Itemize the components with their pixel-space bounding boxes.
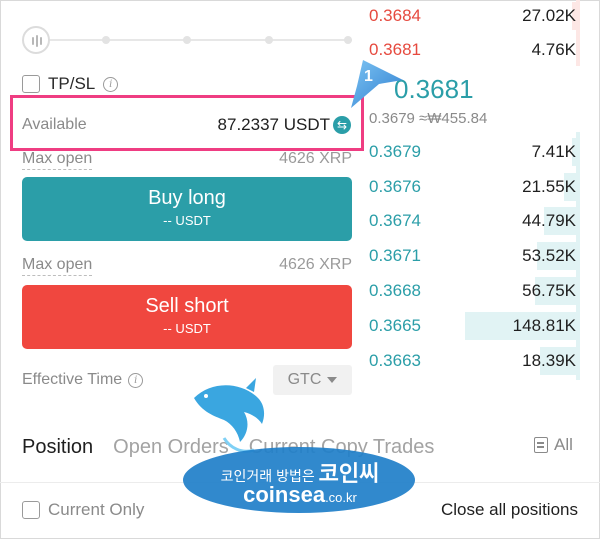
current-only-label: Current Only	[48, 500, 145, 519]
slider-tick[interactable]	[102, 36, 110, 44]
bid-row[interactable]: 0.3674 44.79K	[365, 207, 600, 235]
bid-row[interactable]: 0.3676 21.55K	[365, 173, 600, 201]
info-icon[interactable]: i	[103, 76, 119, 92]
bid-quantity: 53.52K	[522, 246, 576, 265]
ask-quantity: 27.02K	[522, 6, 576, 25]
amount-slider[interactable]	[22, 26, 352, 54]
slider-thumb[interactable]	[22, 26, 50, 54]
bid-row[interactable]: 0.3679 7.41K	[365, 138, 600, 166]
bid-price: 0.3665	[369, 316, 421, 335]
available-value: 87.2337 USDT	[217, 115, 330, 134]
bid-price: 0.3674	[369, 211, 421, 230]
last-price: 0.3681	[394, 74, 474, 104]
bid-quantity: 21.55K	[522, 177, 576, 196]
effective-time-label: Effective Time i	[22, 371, 144, 389]
bid-quantity: 56.75K	[522, 281, 576, 300]
bid-price: 0.3676	[369, 177, 421, 196]
max-open-short-label: Max open	[22, 256, 93, 276]
bid-quantity: 18.39K	[522, 351, 576, 370]
time-in-force-select[interactable]: GTC	[273, 365, 352, 395]
bid-price: 0.3671	[369, 246, 421, 265]
watermark-domain-suffix: .co.kr	[325, 490, 357, 505]
info-icon[interactable]: i	[128, 372, 144, 388]
current-only-checkbox[interactable]	[22, 501, 40, 519]
dolphin-logo-icon	[194, 378, 265, 453]
bid-quantity: 148.81K	[512, 316, 576, 335]
max-open-long-value: 4626 XRP	[279, 150, 352, 167]
depth-bar	[576, 36, 578, 64]
close-all-positions-button[interactable]: Close all positions	[441, 500, 578, 520]
max-open-short-value: 4626 XRP	[279, 256, 352, 273]
bid-quantity: 7.41K	[531, 142, 576, 161]
slider-tick[interactable]	[183, 36, 191, 44]
document-icon	[534, 437, 548, 453]
bid-price: 0.3668	[369, 281, 421, 300]
sell-short-label: Sell short	[145, 295, 229, 317]
bid-row[interactable]: 0.3663 18.39K	[365, 347, 600, 375]
tpsl-option[interactable]: TP/SL i	[22, 74, 119, 94]
sell-short-amount: -- USDT	[163, 321, 211, 336]
callout-number: 1	[364, 68, 373, 85]
chevron-down-icon	[327, 377, 338, 383]
watermark-line2: coinsea.co.kr	[200, 482, 400, 508]
ask-price: 0.3684	[369, 6, 421, 25]
watermark-domain: coinsea	[243, 482, 326, 507]
slider-track[interactable]	[36, 39, 352, 41]
buy-long-amount: -- USDT	[163, 213, 211, 228]
gtc-label: GTC	[287, 371, 322, 388]
callout-arrow-icon	[351, 60, 403, 108]
ask-row[interactable]: 0.3684 27.02K	[365, 2, 600, 30]
available-label: Available	[22, 116, 87, 133]
ask-price: 0.3681	[369, 40, 421, 59]
ask-quantity: 4.76K	[531, 40, 576, 59]
slider-tick[interactable]	[265, 36, 273, 44]
buy-long-button[interactable]: Buy long -- USDT	[22, 177, 352, 241]
bid-row[interactable]: 0.3671 53.52K	[365, 242, 600, 270]
all-button[interactable]: All	[534, 435, 573, 455]
tpsl-checkbox[interactable]	[22, 75, 40, 93]
tpsl-label: TP/SL	[48, 74, 96, 93]
bid-quantity: 44.79K	[522, 211, 576, 230]
tab-position[interactable]: Position	[22, 436, 93, 459]
current-only-option[interactable]: Current Only	[22, 500, 144, 520]
slider-tick[interactable]	[344, 36, 352, 44]
sell-short-button[interactable]: Sell short -- USDT	[22, 285, 352, 349]
effective-time-text: Effective Time	[22, 371, 123, 388]
buy-long-label: Buy long	[148, 187, 226, 209]
all-label: All	[554, 435, 573, 454]
bid-price: 0.3679	[369, 142, 421, 161]
bid-row[interactable]: 0.3665 148.81K	[365, 312, 600, 340]
transfer-icon[interactable]: ⇆	[333, 116, 351, 134]
bid-row[interactable]: 0.3668 56.75K	[365, 277, 600, 305]
bid-price: 0.3663	[369, 351, 421, 370]
reference-price: 0.3679 ≈₩455.84	[369, 110, 488, 127]
max-open-long-label: Max open	[22, 150, 93, 170]
